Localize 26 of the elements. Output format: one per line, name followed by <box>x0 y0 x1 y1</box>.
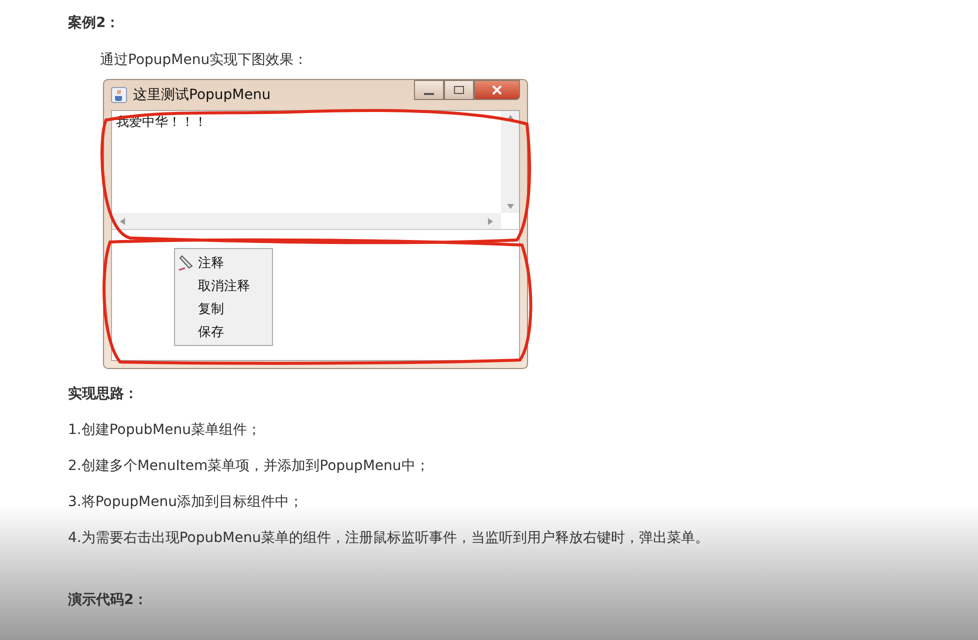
section-heading: 案例2： <box>68 14 121 33</box>
step-text: 2.创建多个MenuItem菜单项，并添加到PopupMenu中； <box>68 457 430 476</box>
close-button[interactable] <box>474 80 520 100</box>
menu-item[interactable]: 保存 <box>175 320 272 343</box>
menu-item[interactable]: 取消注释 <box>175 274 272 297</box>
section-heading: 实现思路： <box>68 385 139 404</box>
close-icon <box>491 85 503 95</box>
section-heading: 演示代码2： <box>68 591 149 610</box>
step-text: 1.创建PopubMenu菜单组件； <box>68 421 262 440</box>
horizontal-scrollbar[interactable] <box>112 213 501 229</box>
window-title: 这里测试PopupMenu <box>133 86 271 104</box>
right-arrow-icon[interactable] <box>488 218 493 224</box>
step-text: 3.将PopupMenu添加到目标组件中； <box>68 493 304 512</box>
menu-item[interactable]: 注释 <box>175 251 272 274</box>
maximize-button[interactable] <box>444 80 474 100</box>
minimize-icon <box>424 93 434 95</box>
minimize-button[interactable] <box>414 80 444 100</box>
maximize-icon <box>453 85 465 95</box>
up-arrow-icon[interactable] <box>506 115 514 120</box>
down-arrow-icon[interactable] <box>506 204 514 209</box>
menu-item[interactable]: 复制 <box>175 297 272 320</box>
coffee-cup-icon <box>111 87 127 103</box>
left-arrow-icon[interactable] <box>120 218 125 224</box>
step-text: 4.为需要右击出现PopubMenu菜单的组件，注册鼠标监听事件，当监听到用户释放右键时，弹出菜单。 <box>68 529 710 548</box>
intro-text: 通过PopupMenu实现下图效果： <box>100 51 309 70</box>
vertical-scrollbar[interactable] <box>501 111 519 213</box>
